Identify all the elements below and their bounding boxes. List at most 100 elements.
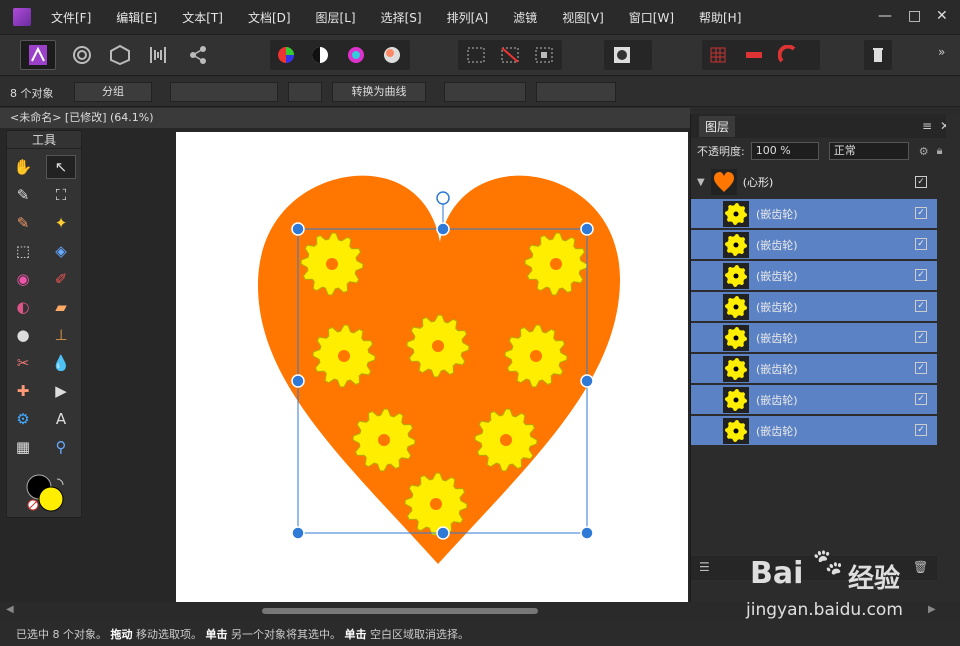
- convert-to-curves-button[interactable]: 转换为曲线: [332, 82, 426, 102]
- selection-handle-1[interactable]: [291, 222, 305, 236]
- layer-visibility-checkbox[interactable]: ✓: [915, 393, 927, 405]
- rotation-handle[interactable]: [436, 191, 450, 205]
- eraser-icon[interactable]: ▰: [46, 295, 76, 319]
- layer-row[interactable]: (嵌齿轮) ✓: [691, 261, 937, 290]
- color-picker-icon[interactable]: ◉: [8, 267, 38, 291]
- document-tab[interactable]: <未命名> [已修改] (64.1%): [0, 108, 690, 128]
- layer-row[interactable]: (嵌齿轮) ✓: [691, 416, 937, 445]
- menu-text[interactable]: 文本[T]: [182, 9, 223, 26]
- layer-group-row[interactable]: ▼ (心形) ✓: [691, 166, 937, 198]
- menu-window[interactable]: 窗口[W]: [629, 9, 674, 26]
- layer-visibility-checkbox[interactable]: ✓: [915, 207, 927, 219]
- designer-persona-button[interactable]: [20, 40, 56, 70]
- layer-row[interactable]: (嵌齿轮) ✓: [691, 354, 937, 383]
- layer-visibility-checkbox[interactable]: ✓: [915, 424, 927, 436]
- smudge-icon[interactable]: ✂: [8, 351, 38, 375]
- group-visibility-checkbox[interactable]: ✓: [915, 176, 927, 188]
- expand-chevron-icon[interactable]: ▼: [697, 177, 705, 188]
- pixel-persona-icon[interactable]: [72, 45, 92, 65]
- grid-icon[interactable]: [708, 45, 728, 65]
- deselect-icon[interactable]: [500, 45, 520, 65]
- group-button[interactable]: 分组: [74, 82, 152, 102]
- delete-layer-icon[interactable]: 🗑︎: [913, 560, 928, 574]
- export-persona-icon[interactable]: [110, 44, 130, 66]
- minimize-icon[interactable]: —: [878, 8, 892, 24]
- zoom-tool-icon[interactable]: ⚲: [46, 435, 76, 459]
- align-horizontal-buttons[interactable]: [444, 82, 526, 102]
- magnet-icon[interactable]: [777, 44, 798, 65]
- selection-handle-6[interactable]: [291, 526, 305, 540]
- brush-tool-icon[interactable]: ✎: [8, 211, 38, 235]
- healing-icon[interactable]: ✚: [8, 379, 38, 403]
- dodge-icon[interactable]: ●: [8, 323, 38, 347]
- canvas[interactable]: [176, 132, 688, 602]
- lock-icon[interactable]: 🔒︎: [937, 144, 943, 158]
- move-tool-icon[interactable]: ↖: [46, 155, 76, 179]
- menu-file[interactable]: 文件[F]: [51, 9, 91, 26]
- flip-button[interactable]: [288, 82, 322, 102]
- selection-handle-2[interactable]: [436, 222, 450, 236]
- menu-view[interactable]: 视图[V]: [562, 9, 604, 26]
- selection-brush-icon[interactable]: ⬚: [8, 239, 38, 263]
- blur-icon[interactable]: 💧: [46, 351, 76, 375]
- scroll-thumb[interactable]: [262, 608, 538, 614]
- blend-mode-select[interactable]: 正常: [828, 142, 909, 160]
- more-chevron-icon[interactable]: »: [938, 45, 958, 65]
- share-icon[interactable]: [188, 45, 208, 65]
- selection-handle-3[interactable]: [580, 222, 594, 236]
- scroll-right-icon[interactable]: ▶: [928, 604, 936, 615]
- paint-brush-icon[interactable]: ✐: [46, 267, 76, 291]
- close-icon[interactable]: ✕: [936, 8, 948, 24]
- menu-arrange[interactable]: 排列[A]: [447, 9, 489, 26]
- menu-layer[interactable]: 图层[L]: [316, 9, 356, 26]
- menu-document[interactable]: 文档[D]: [248, 9, 291, 26]
- layers-stack-icon[interactable]: ☰: [699, 560, 710, 574]
- snap-arrow-icon[interactable]: [744, 45, 764, 65]
- selection-handle-5[interactable]: [580, 374, 594, 388]
- layer-row[interactable]: (嵌齿轮) ✓: [691, 230, 937, 259]
- opacity-field[interactable]: 100 %: [750, 142, 819, 160]
- gradient-icon[interactable]: [382, 45, 402, 65]
- invert-selection-icon[interactable]: [534, 45, 554, 65]
- gear-icon[interactable]: ⚙: [919, 145, 929, 158]
- selection-handle-4[interactable]: [291, 374, 305, 388]
- flood-fill-icon[interactable]: ◈: [46, 239, 76, 263]
- maximize-icon[interactable]: □: [908, 8, 921, 24]
- scroll-left-icon[interactable]: ◀: [6, 604, 14, 615]
- layers-tab[interactable]: 图层: [699, 115, 736, 137]
- layer-row[interactable]: (嵌齿轮) ✓: [691, 199, 937, 228]
- colour-replace-icon[interactable]: ◐: [8, 295, 38, 319]
- clone-icon[interactable]: ⊥: [46, 323, 76, 347]
- eyedropper-tool-icon[interactable]: ✎: [8, 183, 38, 207]
- color-wheel-icon[interactable]: [276, 45, 296, 65]
- layer-row[interactable]: (嵌齿轮) ✓: [691, 323, 937, 352]
- contrast-icon[interactable]: [310, 45, 330, 65]
- align-vertical-buttons[interactable]: [536, 82, 616, 102]
- color-well[interactable]: [25, 473, 69, 516]
- menu-select[interactable]: 选择[S]: [381, 9, 422, 26]
- magic-wand-icon[interactable]: ✦: [46, 211, 76, 235]
- marquee-icon[interactable]: [466, 45, 486, 65]
- menu-filters[interactable]: 滤镜: [513, 9, 537, 26]
- layer-visibility-checkbox[interactable]: ✓: [915, 331, 927, 343]
- transform-origin-buttons[interactable]: [170, 82, 278, 102]
- menu-edit[interactable]: 编辑[E]: [116, 9, 157, 26]
- menu-help[interactable]: 帮助[H]: [699, 9, 741, 26]
- layer-visibility-checkbox[interactable]: ✓: [915, 238, 927, 250]
- layer-row[interactable]: (嵌齿轮) ✓: [691, 385, 937, 414]
- hue-icon[interactable]: [346, 45, 366, 65]
- text-tool-icon[interactable]: A: [46, 407, 76, 431]
- align-persona-icon[interactable]: [148, 45, 168, 65]
- play-icon[interactable]: ▶: [46, 379, 76, 403]
- selection-handle-8[interactable]: [580, 526, 594, 540]
- hand-tool-icon[interactable]: ✋: [8, 155, 38, 179]
- crop-tool-icon[interactable]: ⛶: [46, 183, 76, 207]
- settings-tool-icon[interactable]: ⚙: [8, 407, 38, 431]
- layer-visibility-checkbox[interactable]: ✓: [915, 300, 927, 312]
- layers-scrollbar[interactable]: [946, 114, 960, 602]
- selection-handle-7[interactable]: [436, 526, 450, 540]
- horizontal-scrollbar[interactable]: ◀ ▶: [0, 602, 960, 620]
- layer-visibility-checkbox[interactable]: ✓: [915, 269, 927, 281]
- panel-menu-icon[interactable]: ≡: [922, 119, 932, 133]
- layer-visibility-checkbox[interactable]: ✓: [915, 362, 927, 374]
